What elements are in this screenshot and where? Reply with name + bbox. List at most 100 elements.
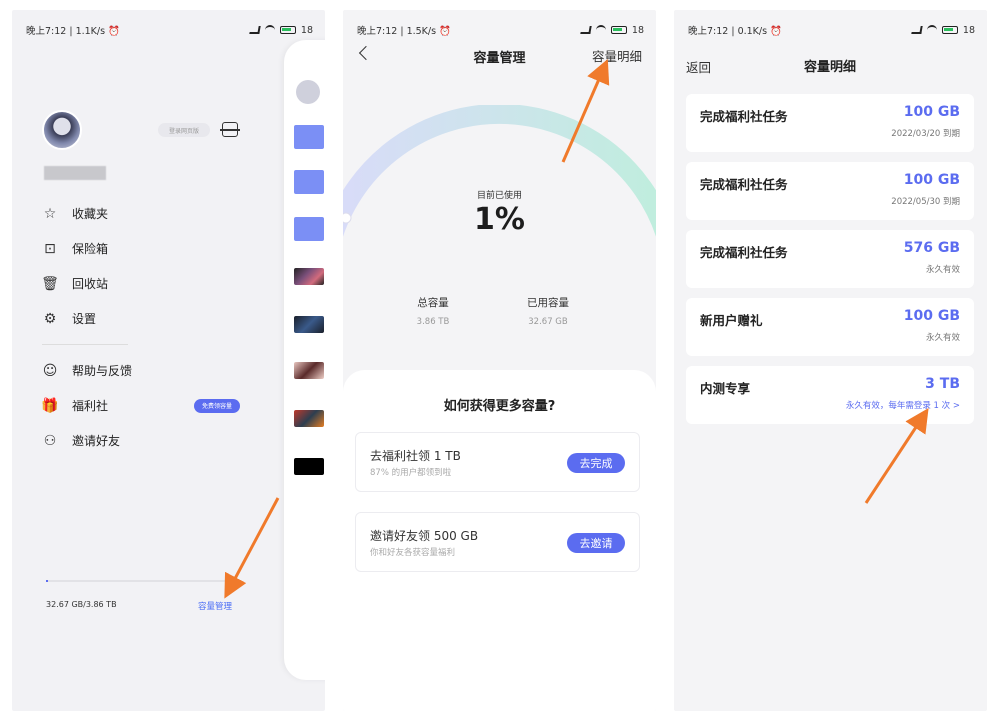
capacity-item: 完成福利社任务 100 GB 2022/03/20 到期: [686, 94, 974, 152]
task-subtitle: 你和好友各获容量福利: [370, 548, 456, 558]
task-title: 邀请好友领 500 GB: [370, 529, 479, 543]
sheet-title: 如何获得更多容量?: [443, 399, 556, 414]
menu-label: 保险箱: [72, 242, 109, 256]
image-thumb[interactable]: [294, 410, 324, 427]
get-more-capacity-sheet: 如何获得更多容量? 去福利社领 1 TB 87% 的用户都领到啦 去完成 邀请好…: [343, 370, 656, 711]
storage-usage-bar: [46, 580, 226, 582]
menu-label: 邀请好友: [72, 434, 121, 448]
capacity-management-screen: 晚上7:12 | 1.5K/s ⏰ 18 容量管理 容量明细 目前已使用 1% …: [343, 10, 656, 711]
add-user-icon: ⚇: [43, 432, 57, 449]
capacity-item: 完成福利社任务 576 GB 永久有效: [686, 230, 974, 288]
menu-item-recycle-bin[interactable]: 🗑 回收站: [41, 266, 272, 301]
page-title: 容量明细: [804, 60, 857, 75]
wifi-icon: [926, 25, 937, 35]
signal-icon: [580, 26, 592, 34]
signal-icon: [911, 26, 923, 34]
task-subtitle: 87% 的用户都领到啦: [370, 468, 452, 478]
battery-level: 18: [962, 24, 975, 36]
signal-icon: [249, 26, 261, 34]
status-bar: 晚上7:12 | 0.1K/s ⏰ 18: [688, 22, 975, 38]
scan-icon[interactable]: [220, 122, 240, 137]
used-capacity-label: 已用容量: [527, 297, 569, 309]
status-bar: 晚上7:12 | 1.1K/s ⏰ 18: [26, 22, 313, 38]
storage-usage-text: 32.67 GB/3.86 TB: [46, 600, 117, 609]
smile-icon: ☺: [42, 362, 58, 379]
capacity-item: 新用户赠礼 100 GB 永久有效: [686, 298, 974, 356]
item-expiry: 永久有效: [925, 265, 960, 275]
menu-label: 帮助与反馈: [72, 364, 133, 378]
free-capacity-badge[interactable]: 免费领容量: [193, 398, 240, 413]
image-thumb[interactable]: [294, 316, 324, 333]
item-amount: 100 GB: [903, 172, 960, 188]
folder-icon[interactable]: [294, 170, 324, 194]
avatar[interactable]: [42, 110, 82, 150]
used-percent: 1%: [474, 202, 525, 237]
item-label: 新用户赠礼: [700, 313, 763, 328]
trash-icon: 🗑: [41, 275, 59, 292]
battery-icon: [610, 26, 627, 34]
used-capacity-value: 32.67 GB: [528, 317, 568, 327]
status-bar: 晚上7:12 | 1.5K/s ⏰ 18: [357, 22, 644, 38]
star-icon: ☆: [43, 205, 57, 222]
folder-icon[interactable]: [294, 217, 324, 241]
menu-divider: [42, 344, 128, 345]
item-amount: 100 GB: [903, 308, 960, 324]
menu-item-help[interactable]: ☺ 帮助与反馈: [42, 353, 272, 388]
file-list-peek[interactable]: [284, 40, 325, 680]
menu-label: 福利社: [72, 399, 109, 413]
go-invite-button[interactable]: 去邀请: [567, 533, 625, 553]
status-time: 晚上7:12 | 1.1K/s ⏰: [26, 26, 120, 37]
battery-icon: [941, 26, 958, 34]
image-thumb[interactable]: [294, 268, 324, 285]
item-expiry: 永久有效: [925, 333, 960, 343]
task-card-invite[interactable]: 邀请好友领 500 GB 你和好友各获容量福利 去邀请: [355, 512, 640, 572]
capacity-detail-link[interactable]: 容量明细: [592, 46, 642, 65]
item-expiry: 2022/05/30 到期: [891, 197, 960, 207]
capacity-detail-screen: 晚上7:12 | 0.1K/s ⏰ 18 返回 容量明细 完成福利社任务 100…: [674, 10, 987, 711]
avatar-thumb[interactable]: [296, 80, 320, 104]
item-amount: 576 GB: [903, 240, 960, 256]
used-capacity: 已用容量 32.67 GB: [483, 295, 613, 327]
menu-item-welfare[interactable]: 🎁 福利社 免费领容量: [41, 388, 272, 423]
back-button[interactable]: 返回: [686, 57, 711, 76]
item-amount: 3 TB: [925, 376, 960, 392]
menu-item-settings[interactable]: ⚙ 设置: [42, 301, 272, 336]
folder-icon[interactable]: [294, 125, 324, 149]
capacity-item[interactable]: 内测专享 3 TB 永久有效，每年需登录 1 次 >: [686, 366, 974, 424]
capacity-management-link[interactable]: 容量管理: [198, 600, 232, 612]
menu-item-safe[interactable]: ⊡ 保险箱: [42, 231, 272, 266]
menu-item-favorites[interactable]: ☆ 收藏夹: [42, 196, 272, 231]
menu-item-invite[interactable]: ⚇ 邀请好友: [42, 423, 272, 458]
battery-level: 18: [631, 24, 644, 36]
menu-label: 设置: [72, 312, 97, 326]
web-login-button[interactable]: 登录网页版: [158, 123, 210, 137]
drawer-menu: ☆ 收藏夹 ⊡ 保险箱 🗑 回收站 ⚙ 设置 ☺ 帮助与反馈 🎁 福利社 免费领…: [41, 196, 272, 458]
item-label: 完成福利社任务: [700, 109, 788, 124]
safe-icon: ⊡: [44, 240, 56, 257]
task-title: 去福利社领 1 TB: [370, 449, 461, 463]
total-capacity-value: 3.86 TB: [416, 317, 450, 327]
capacity-item: 完成福利社任务 100 GB 2022/05/30 到期: [686, 162, 974, 220]
item-label: 完成福利社任务: [700, 245, 788, 260]
wifi-icon: [264, 25, 275, 35]
login-requirement-link[interactable]: 永久有效，每年需登录 1 次 >: [846, 399, 960, 411]
battery-level: 18: [300, 24, 313, 36]
go-complete-button[interactable]: 去完成: [567, 453, 625, 473]
total-capacity-label: 总容量: [417, 297, 449, 309]
gift-icon: 🎁: [41, 397, 59, 414]
item-amount: 100 GB: [903, 104, 960, 120]
gear-icon: ⚙: [43, 310, 57, 327]
item-label: 完成福利社任务: [700, 177, 788, 192]
username-redacted: [44, 166, 106, 180]
task-card-welfare[interactable]: 去福利社领 1 TB 87% 的用户都领到啦 去完成: [355, 432, 640, 492]
menu-label: 收藏夹: [72, 207, 109, 221]
item-expiry: 2022/03/20 到期: [891, 129, 960, 139]
image-thumb[interactable]: [294, 362, 324, 379]
storage-usage-fill: [46, 580, 48, 582]
used-label: 目前已使用: [476, 191, 522, 201]
drawer-screen: 晚上7:12 | 1.1K/s ⏰ 18 登录网页版 ☆ 收藏夹 ⊡ 保险箱 🗑…: [12, 10, 325, 711]
wifi-icon: [595, 25, 606, 35]
image-thumb[interactable]: [294, 458, 324, 475]
status-time: 晚上7:12 | 0.1K/s ⏰: [688, 26, 782, 37]
menu-label: 回收站: [72, 277, 109, 291]
